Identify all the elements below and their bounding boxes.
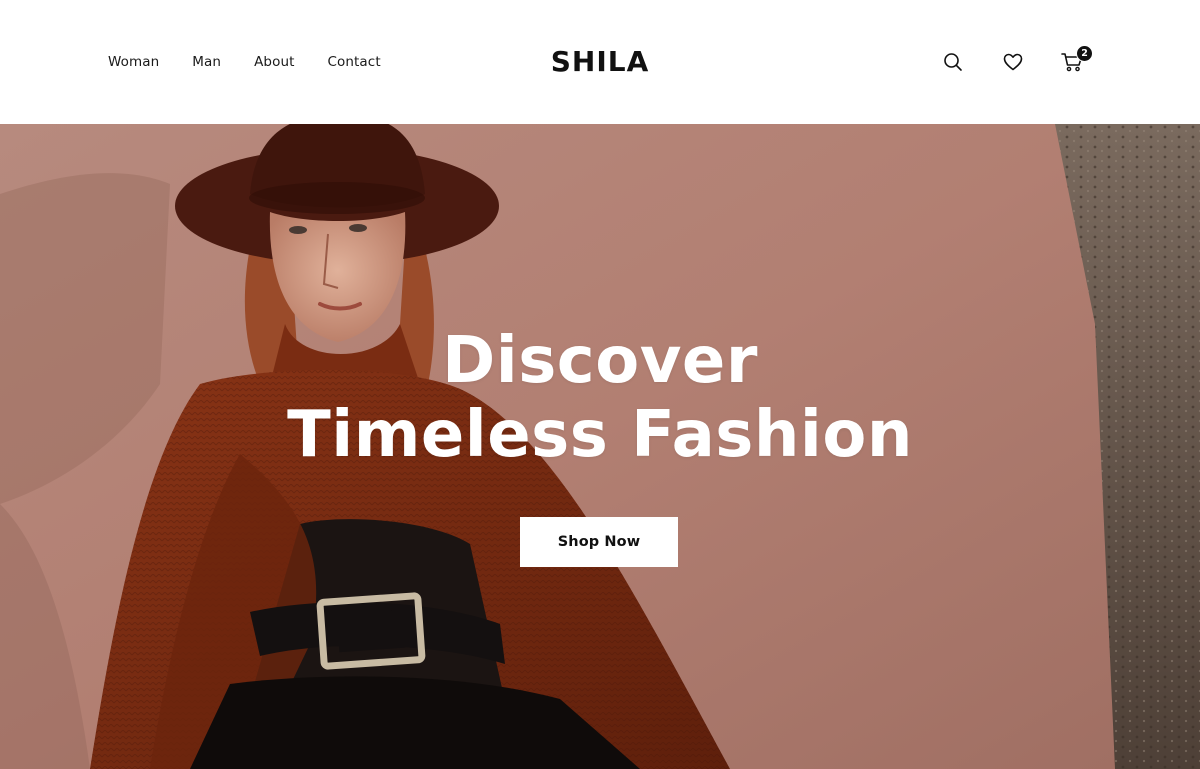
cart-count-badge: 2	[1076, 45, 1093, 62]
hero-banner: Discover Timeless Fashion Shop Now	[0, 124, 1200, 769]
heart-icon[interactable]	[1000, 48, 1026, 76]
shop-now-button[interactable]: Shop Now	[520, 517, 678, 567]
hero-heading-line-1: Discover	[442, 324, 758, 398]
hero-heading: Discover Timeless Fashion	[0, 324, 1200, 472]
search-icon[interactable]	[940, 48, 966, 76]
hero-heading-line-2: Timeless Fashion	[287, 398, 913, 472]
cart-icon[interactable]: 2	[1059, 45, 1093, 76]
site-header: Woman Man About Contact SHILA 2	[0, 0, 1200, 124]
